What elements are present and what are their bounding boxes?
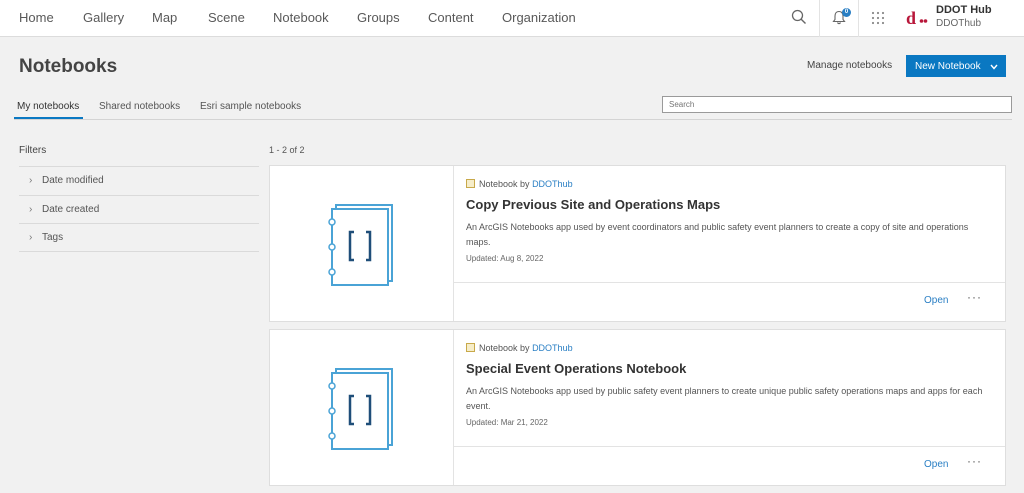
user-handle: DDOThub — [936, 18, 982, 29]
tab-shared-notebooks[interactable]: Shared notebooks — [99, 101, 180, 112]
chevron-right-icon: › — [29, 175, 33, 186]
updated-date: Updated: Mar 21, 2022 — [466, 418, 548, 427]
owner-link[interactable]: DDOThub — [532, 179, 573, 189]
notebook-card: Notebook by DDOThub Special Event Operat… — [269, 329, 1006, 486]
filter-label: Date created — [42, 204, 100, 215]
nav-map[interactable]: Map — [152, 10, 177, 25]
notebook-thumbnail[interactable] — [270, 330, 454, 485]
item-type-label: Notebook by — [479, 343, 530, 353]
item-type-line: Notebook by DDOThub — [466, 343, 573, 353]
tab-my-notebooks[interactable]: My notebooks — [17, 101, 79, 112]
card-footer-divider — [454, 446, 1005, 447]
nav-divider — [819, 0, 820, 37]
filter-date-modified[interactable]: › Date modified — [19, 166, 259, 194]
user-avatar[interactable]: d — [906, 8, 928, 33]
notebook-card: Notebook by DDOThub Copy Previous Site a… — [269, 165, 1006, 322]
filters-title: Filters — [19, 145, 47, 156]
new-notebook-label: New Notebook — [915, 60, 981, 72]
notebook-description: An ArcGIS Notebooks app used by event co… — [466, 222, 969, 247]
top-navigation: Home Gallery Map Scene Notebook Groups C… — [0, 0, 1024, 37]
item-type-label: Notebook by — [479, 179, 530, 189]
nav-home[interactable]: Home — [19, 10, 54, 25]
nav-organization[interactable]: Organization — [502, 10, 576, 25]
chevron-right-icon: › — [29, 232, 33, 243]
svg-text:d: d — [906, 8, 916, 28]
filter-date-created[interactable]: › Date created — [19, 195, 259, 223]
chevron-down-icon — [990, 62, 998, 73]
nav-notebook[interactable]: Notebook — [273, 10, 329, 25]
tab-esri-sample-notebooks[interactable]: Esri sample notebooks — [200, 101, 301, 112]
notebook-icon — [466, 179, 475, 188]
nav-content[interactable]: Content — [428, 10, 474, 25]
notebook-thumbnail[interactable] — [270, 166, 454, 321]
new-notebook-button[interactable]: New Notebook — [906, 55, 1006, 77]
item-type-line: Notebook by DDOThub — [466, 179, 573, 189]
filter-label: Date modified — [42, 175, 104, 186]
nav-scene[interactable]: Scene — [208, 10, 245, 25]
app-launcher-icon[interactable] — [871, 11, 885, 30]
notebook-icon — [466, 343, 475, 352]
open-button[interactable]: Open — [924, 459, 948, 470]
chevron-right-icon: › — [29, 204, 33, 215]
nav-gallery[interactable]: Gallery — [83, 10, 124, 25]
user-name[interactable]: DDOT Hub — [936, 4, 992, 16]
notification-badge: 0 — [842, 8, 851, 17]
more-options-icon[interactable]: ··· — [967, 290, 982, 304]
manage-notebooks-link[interactable]: Manage notebooks — [807, 60, 892, 71]
card-footer-divider — [454, 282, 1005, 283]
search-input[interactable] — [662, 96, 1012, 113]
notebook-title[interactable]: Copy Previous Site and Operations Maps — [466, 197, 720, 212]
notebook-description: An ArcGIS Notebooks app used by public s… — [466, 386, 983, 411]
owner-link[interactable]: DDOThub — [532, 343, 573, 353]
notebook-title[interactable]: Special Event Operations Notebook — [466, 361, 686, 376]
filters-divider — [19, 251, 259, 252]
filter-label: Tags — [42, 232, 64, 243]
page-title: Notebooks — [19, 56, 118, 77]
more-options-icon[interactable]: ··· — [967, 454, 982, 468]
open-button[interactable]: Open — [924, 295, 948, 306]
tabs-divider — [14, 119, 1012, 120]
nav-groups[interactable]: Groups — [357, 10, 400, 25]
result-count: 1 - 2 of 2 — [269, 145, 305, 155]
search-icon[interactable] — [791, 9, 807, 30]
filter-tags[interactable]: › Tags — [19, 223, 259, 251]
nav-divider — [858, 0, 859, 37]
updated-date: Updated: Aug 8, 2022 — [466, 254, 544, 263]
